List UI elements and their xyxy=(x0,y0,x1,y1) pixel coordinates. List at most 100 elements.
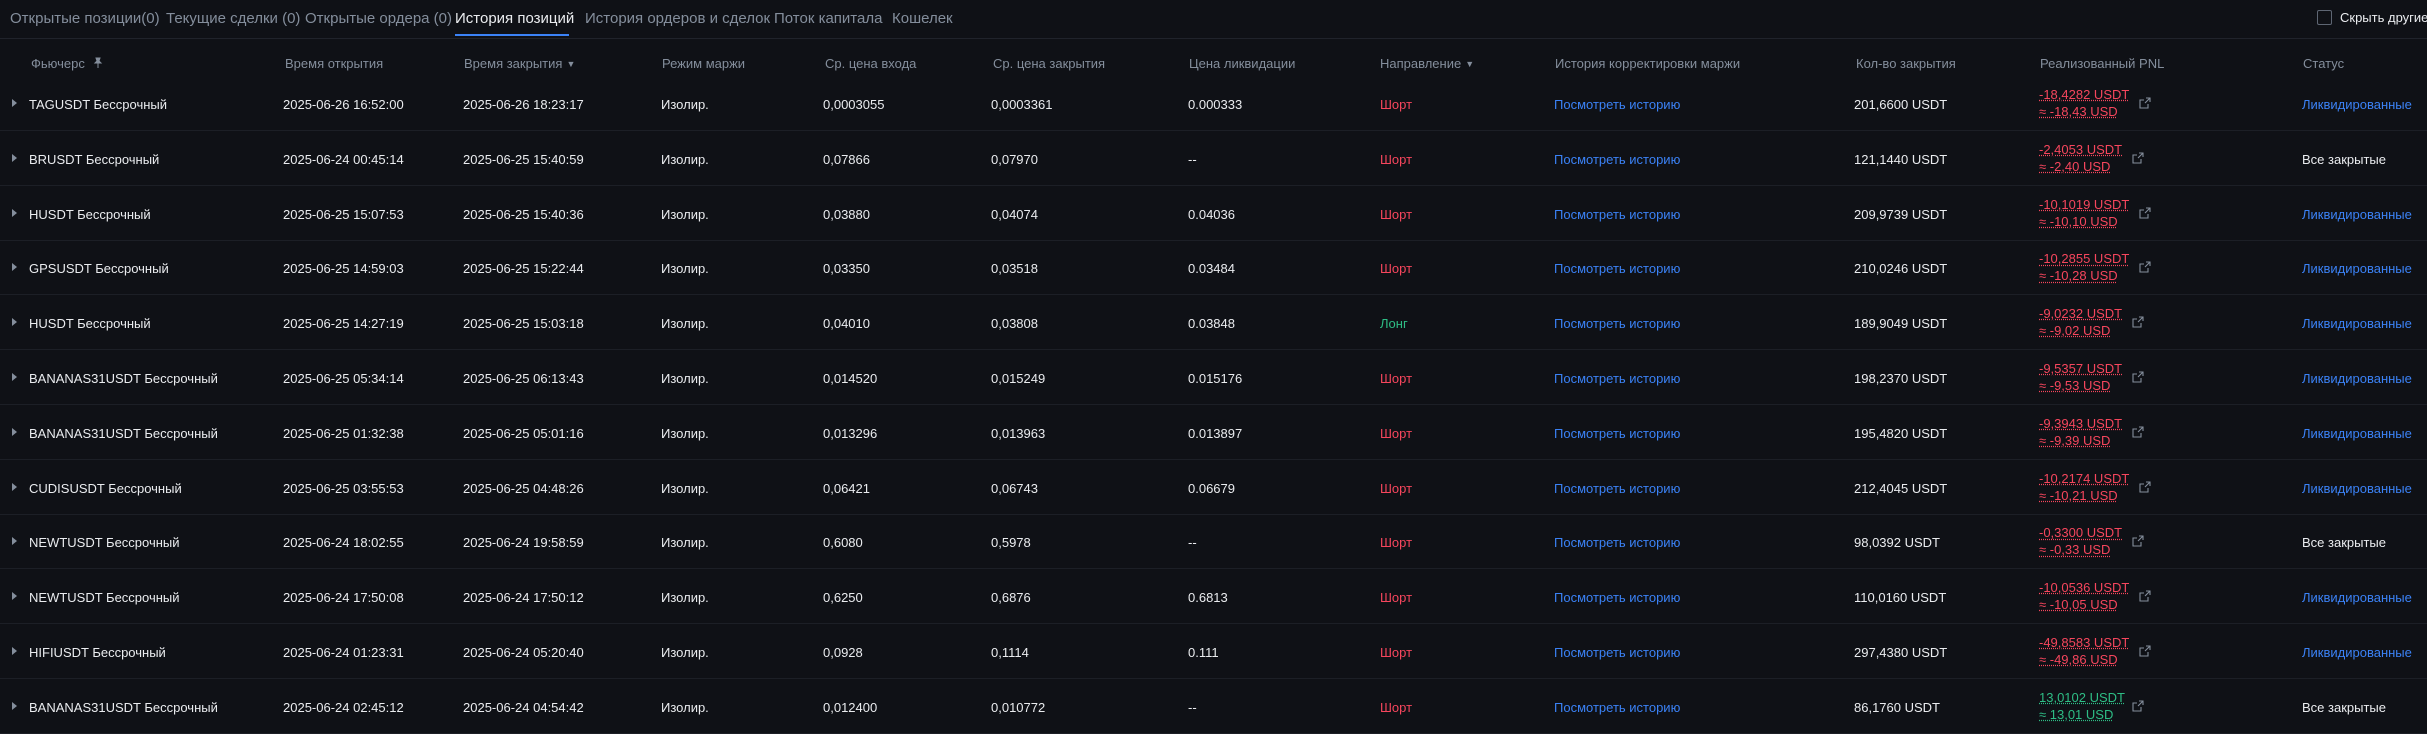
table-row[interactable]: HIFIUSDT Бессрочный 2025-06-24 01:23:31 20… xyxy=(0,624,2427,679)
cell-symbol: TAGUSDT Бессрочный xyxy=(29,97,168,112)
cell-realized-pnl[interactable]: -9,0232 USDT ≈ -9,02 USD xyxy=(2039,305,2122,339)
cell-avg-entry: 0,6080 xyxy=(823,535,863,551)
cell-realized-pnl[interactable]: -2,4053 USDT ≈ -2,40 USD xyxy=(2039,141,2122,175)
sort-down-icon[interactable]: ▼ xyxy=(1465,59,1474,69)
tab-wallet[interactable]: Кошелек xyxy=(892,10,953,27)
cell-margin-history[interactable]: Посмотреть историю xyxy=(1554,700,1680,715)
column-header-direction[interactable]: Направление ▼ xyxy=(1380,56,1474,71)
pnl-usdt: 13,0102 USDT xyxy=(2039,689,2125,705)
cell-status[interactable]: Ликвидированные xyxy=(2302,316,2412,331)
table-row[interactable]: NEWTUSDT Бессрочный 2025-06-24 18:02:55 20… xyxy=(0,514,2427,570)
cell-status[interactable]: Ликвидированные xyxy=(2302,261,2412,276)
expand-caret-icon[interactable] xyxy=(12,318,17,327)
share-icon[interactable] xyxy=(2139,261,2151,273)
share-icon[interactable] xyxy=(2132,371,2144,383)
table-row[interactable]: BRUSDT Бессрочный 2025-06-24 00:45:14 2025… xyxy=(0,131,2427,186)
cell-realized-pnl[interactable]: -9,5357 USDT ≈ -9,53 USD xyxy=(2039,360,2122,394)
table-row[interactable]: HUSDT Бессрочный 2025-06-25 15:07:53 2025-… xyxy=(0,186,2427,241)
hide-other-toggle[interactable]: Скрыть другие п xyxy=(2317,10,2427,25)
cell-realized-pnl[interactable]: -9,3943 USDT ≈ -9,39 USD xyxy=(2039,415,2122,449)
table-row[interactable]: HUSDT Бессрочный 2025-06-25 14:27:19 2025-… xyxy=(0,295,2427,351)
cell-margin-history[interactable]: Посмотреть историю xyxy=(1554,481,1680,496)
cell-margin-history[interactable]: Посмотреть историю xyxy=(1554,645,1680,660)
cell-open-time: 2025-06-25 15:07:53 xyxy=(283,206,404,222)
share-icon[interactable] xyxy=(2139,590,2151,602)
cell-liq-price: -- xyxy=(1188,699,1197,715)
share-icon[interactable] xyxy=(2132,535,2144,547)
expand-caret-icon[interactable] xyxy=(12,701,17,710)
expand-caret-icon[interactable] xyxy=(12,647,17,655)
table-row[interactable]: BANANAS31USDT Бессрочный 2025-06-25 01:32… xyxy=(0,405,2427,460)
column-header-futures[interactable]: Фьючерс xyxy=(31,56,104,71)
expand-caret-icon[interactable] xyxy=(12,482,17,491)
share-icon[interactable] xyxy=(2139,207,2151,219)
hide-other-checkbox[interactable] xyxy=(2317,10,2332,25)
share-icon[interactable] xyxy=(2132,316,2144,328)
table-row[interactable]: BANANAS31USDT Бессрочный 2025-06-24 02:45… xyxy=(0,679,2427,734)
cell-status[interactable]: Ликвидированные xyxy=(2302,590,2412,605)
share-icon[interactable] xyxy=(2139,645,2151,657)
cell-status[interactable]: Ликвидированные xyxy=(2302,371,2412,386)
pnl-usdt: -9,5357 USDT xyxy=(2039,361,2123,376)
cell-margin-history[interactable]: Посмотреть историю xyxy=(1554,97,1680,112)
cell-open-time: 2025-06-25 14:59:03 xyxy=(283,261,404,277)
cell-status[interactable]: Ликвидированные xyxy=(2302,645,2412,660)
cell-realized-pnl[interactable]: -0,3300 USDT ≈ -0,33 USD xyxy=(2039,524,2122,558)
tab-position-history[interactable]: История позиций xyxy=(455,10,574,27)
pin-icon[interactable] xyxy=(92,57,104,69)
cell-realized-pnl[interactable]: -10,1019 USDT ≈ -10,10 USD xyxy=(2039,196,2129,230)
cell-status[interactable]: Ликвидированные xyxy=(2302,97,2412,112)
cell-margin-history[interactable]: Посмотреть историю xyxy=(1554,590,1680,605)
cell-margin-history[interactable]: Посмотреть историю xyxy=(1554,371,1680,386)
sort-down-icon[interactable]: ▼ xyxy=(566,59,575,69)
cell-realized-pnl[interactable]: -10,0536 USDT ≈ -10,05 USD xyxy=(2039,579,2129,613)
cell-realized-pnl[interactable]: -18,4282 USDT ≈ -18,43 USD xyxy=(2039,86,2129,120)
cell-margin-history[interactable]: Посмотреть историю xyxy=(1554,316,1680,331)
expand-caret-icon[interactable] xyxy=(12,99,17,107)
cell-close-qty: 212,4045 USDT xyxy=(1854,480,1948,496)
table-row[interactable]: CUDISUSDT Бессрочный 2025-06-25 03:55:53 2… xyxy=(0,460,2427,515)
cell-realized-pnl[interactable]: 13,0102 USDT ≈ 13,01 USD xyxy=(2039,689,2125,723)
cell-realized-pnl[interactable]: -49,8583 USDT ≈ -49,86 USD xyxy=(2039,634,2129,668)
tab-open-orders[interactable]: Открытые ордера (0) xyxy=(305,10,452,27)
cell-direction: Шорт xyxy=(1380,645,1413,660)
table-row[interactable]: TAGUSDT Бессрочный 2025-06-26 16:52:00 202… xyxy=(0,76,2427,131)
tab-order-trade-history[interactable]: История ордеров и сделок xyxy=(585,10,770,27)
cell-margin-history[interactable]: Посмотреть историю xyxy=(1554,152,1680,167)
share-icon[interactable] xyxy=(2139,481,2151,493)
pnl-usd-approx: ≈ -10,28 USD xyxy=(2039,268,2118,284)
share-icon[interactable] xyxy=(2132,426,2144,438)
cell-close-time: 2025-06-25 05:01:16 xyxy=(463,425,584,441)
cell-margin-history[interactable]: Посмотреть историю xyxy=(1554,261,1680,276)
expand-caret-icon[interactable] xyxy=(12,537,17,546)
cell-liq-price: 0.015176 xyxy=(1188,371,1243,386)
pnl-usd-approx: ≈ -2,40 USD xyxy=(2039,158,2111,174)
tab-current-trades[interactable]: Текущие сделки (0) xyxy=(166,10,300,27)
tab-open-positions[interactable]: Открытые позиции(0) xyxy=(10,10,160,27)
column-header-close-time[interactable]: Время закрытия ▼ xyxy=(464,56,575,71)
share-icon[interactable] xyxy=(2132,700,2144,712)
expand-caret-icon[interactable] xyxy=(12,427,17,436)
expand-caret-icon[interactable] xyxy=(12,208,17,217)
share-icon[interactable] xyxy=(2139,97,2151,109)
cell-status[interactable]: Ликвидированные xyxy=(2302,207,2412,222)
tab-capital-flow[interactable]: Поток капитала xyxy=(774,10,882,27)
pnl-usdt: -10,1019 USDT xyxy=(2039,196,2130,212)
cell-realized-pnl[interactable]: -10,2855 USDT ≈ -10,28 USD xyxy=(2039,250,2129,284)
share-icon[interactable] xyxy=(2132,152,2144,164)
table-row[interactable]: NEWTUSDT Бессрочный 2025-06-24 17:50:08 20… xyxy=(0,569,2427,625)
expand-caret-icon[interactable] xyxy=(12,153,17,162)
pnl-usdt: -9,0232 USDT xyxy=(2039,306,2123,322)
expand-caret-icon[interactable] xyxy=(12,373,17,381)
cell-status[interactable]: Ликвидированные xyxy=(2302,426,2412,441)
table-row[interactable]: BANANAS31USDT Бессрочный 2025-06-25 05:34… xyxy=(0,350,2427,405)
cell-status[interactable]: Ликвидированные xyxy=(2302,481,2412,496)
cell-margin-history[interactable]: Посмотреть историю xyxy=(1554,207,1680,222)
table-row[interactable]: GPSUSDT Бессрочный 2025-06-25 14:59:03 202… xyxy=(0,240,2427,296)
cell-margin-history[interactable]: Посмотреть историю xyxy=(1554,535,1680,550)
cell-margin-history[interactable]: Посмотреть историю xyxy=(1554,426,1680,441)
cell-realized-pnl[interactable]: -10,2174 USDT ≈ -10,21 USD xyxy=(2039,470,2129,504)
expand-caret-icon[interactable] xyxy=(12,592,17,601)
cell-status: Все закрытые xyxy=(2302,535,2386,551)
expand-caret-icon[interactable] xyxy=(12,263,17,272)
